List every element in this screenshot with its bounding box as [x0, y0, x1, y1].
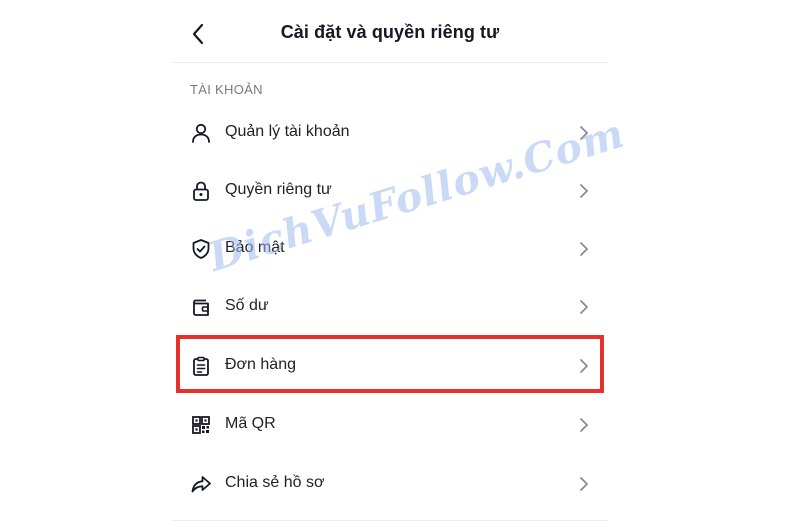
shield-check-icon: [189, 237, 213, 261]
section-label-account: TÀI KHOẢN: [190, 82, 263, 97]
chevron-right-icon: [576, 358, 592, 374]
settings-item-label: Đơn hàng: [225, 356, 296, 373]
header: Cài đặt và quyền riêng tư: [172, 0, 608, 63]
settings-item-share-profile[interactable]: Chia sẻ hồ sơ: [172, 455, 608, 513]
settings-item-manage-account[interactable]: Quản lý tài khoản: [172, 104, 608, 162]
qr-code-icon: [189, 413, 213, 437]
order-list-icon: [189, 354, 213, 378]
chevron-right-icon: [576, 299, 592, 315]
chevron-right-icon: [576, 417, 592, 433]
settings-item-privacy[interactable]: Quyền riêng tư: [172, 162, 608, 220]
chevron-right-icon: [576, 241, 592, 257]
settings-item-balance[interactable]: Số dư: [172, 278, 608, 336]
settings-screen: Cài đặt và quyền riêng tư TÀI KHOẢN Quản…: [172, 0, 608, 527]
settings-item-security[interactable]: Bảo mật: [172, 220, 608, 278]
settings-item-label: Số dư: [225, 297, 269, 314]
settings-item-label: Mã QR: [225, 415, 276, 432]
share-icon: [189, 472, 213, 496]
settings-item-label: Quản lý tài khoản: [225, 123, 350, 140]
person-icon: [189, 121, 213, 145]
bottom-divider: [172, 520, 608, 521]
settings-item-orders[interactable]: Đơn hàng: [172, 337, 608, 395]
settings-item-label: Quyền riêng tư: [225, 181, 332, 198]
chevron-right-icon: [576, 183, 592, 199]
settings-item-label: Bảo mật: [225, 239, 285, 256]
settings-item-label: Chia sẻ hồ sơ: [225, 474, 325, 491]
settings-item-qr-code[interactable]: Mã QR: [172, 396, 608, 454]
chevron-right-icon: [576, 476, 592, 492]
lock-icon: [189, 179, 213, 203]
wallet-icon: [189, 295, 213, 319]
page-title: Cài đặt và quyền riêng tư: [280, 22, 500, 42]
chevron-right-icon: [576, 125, 592, 141]
